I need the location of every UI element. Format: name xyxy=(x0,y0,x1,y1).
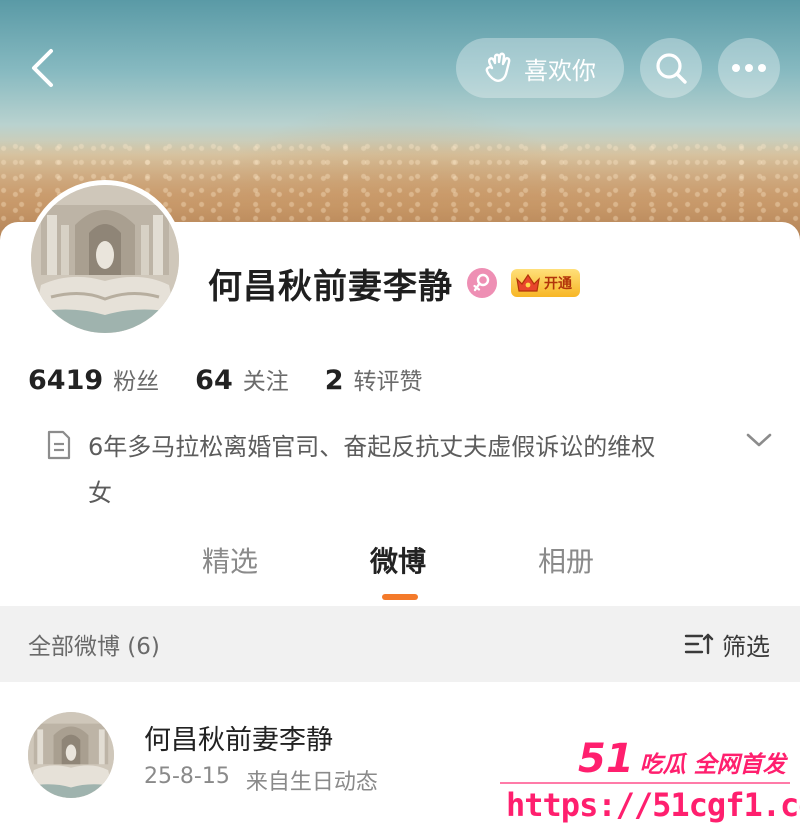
active-tab-indicator xyxy=(382,594,418,600)
post-source: 来自生日动态 xyxy=(245,770,378,795)
profile-avatar[interactable] xyxy=(26,180,184,338)
filter-bar: 全部微博 (6) 筛选 xyxy=(0,606,800,682)
search-icon xyxy=(656,53,687,84)
back-button[interactable] xyxy=(22,44,62,92)
vip-open-badge[interactable]: 开通 xyxy=(511,269,580,297)
search-button[interactable] xyxy=(640,38,702,98)
more-dots-icon xyxy=(732,64,766,72)
watermark-divider xyxy=(500,782,790,784)
profile-name-row: 何昌秋前妻李静 开通 xyxy=(208,258,580,308)
watermark-brand: 51 吃瓜 全网首发 xyxy=(578,736,786,782)
crown-icon xyxy=(516,273,540,292)
fountain-photo-icon xyxy=(28,712,114,798)
bio-text: 6年多马拉松离婚官司、奋起反抗丈夫虚假诉讼的维权女 xyxy=(88,433,656,507)
vip-open-label: 开通 xyxy=(544,276,572,292)
profile-tabs: 精选 微博 相册 xyxy=(0,540,800,606)
stat-followers-label: 粉丝 xyxy=(113,369,160,395)
stat-following-label: 关注 xyxy=(242,369,289,395)
profile-name: 何昌秋前妻李静 xyxy=(208,266,453,307)
stat-following[interactable]: 64 关注 xyxy=(195,362,289,396)
more-button[interactable] xyxy=(718,38,780,98)
like-you-label: 喜欢你 xyxy=(524,56,596,85)
post-date: 25-8-15 xyxy=(144,764,230,789)
female-gender-icon xyxy=(467,268,497,298)
tab-weibo[interactable]: 微博 xyxy=(370,540,426,580)
tab-album[interactable]: 相册 xyxy=(538,540,594,580)
site-watermark: 51 吃瓜 全网首发 https://51cgf1.com xyxy=(500,728,800,836)
post-author-avatar[interactable] xyxy=(28,712,114,798)
stat-followers-count: 6419 xyxy=(28,365,104,396)
filter-icon xyxy=(684,633,714,655)
stat-followers[interactable]: 6419 粉丝 xyxy=(28,362,159,396)
stat-interactions[interactable]: 2 转评赞 xyxy=(325,362,423,396)
profile-stats: 6419 粉丝 64 关注 2 转评赞 xyxy=(28,362,459,396)
watermark-url: https://51cgf1.com xyxy=(506,786,800,824)
stat-interactions-count: 2 xyxy=(324,365,344,396)
document-icon xyxy=(47,430,71,460)
stat-following-count: 64 xyxy=(195,365,233,396)
like-you-button[interactable]: 喜欢你 xyxy=(456,38,624,98)
tab-featured[interactable]: 精选 xyxy=(202,540,258,580)
post-meta: 25-8-15 来自生日动态 xyxy=(144,764,378,796)
wave-hand-icon xyxy=(485,52,511,82)
chevron-down-icon[interactable] xyxy=(746,432,772,448)
post-author-name[interactable]: 何昌秋前妻李静 xyxy=(144,718,333,757)
stat-interactions-label: 转评赞 xyxy=(353,369,423,395)
filter-button[interactable]: 筛选 xyxy=(684,627,770,662)
chevron-left-icon xyxy=(32,49,53,87)
watermark-brand-text: 吃瓜 全网首发 xyxy=(639,752,786,778)
watermark-brand-number: 51 xyxy=(578,736,634,782)
all-posts-count: 全部微博 (6) xyxy=(28,634,160,660)
fountain-photo-icon xyxy=(31,185,179,333)
filter-label: 筛选 xyxy=(722,632,770,661)
